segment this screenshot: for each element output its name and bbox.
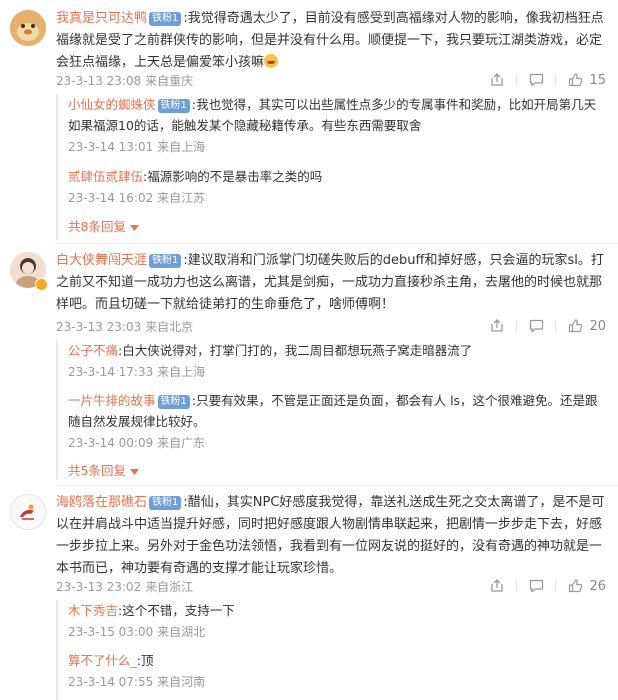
comment-icon[interactable] <box>526 72 546 88</box>
like-count: 15 <box>589 72 606 88</box>
like-count: 26 <box>589 578 606 594</box>
reply-time: 23-3-14 16:02 <box>68 191 154 205</box>
reply-item: 公子不痛:白大侠说得对，打掌门打的，我二周目都想玩燕子窝走暗器流了 23-3-1… <box>68 340 606 380</box>
chevron-down-icon <box>129 463 139 478</box>
divider <box>516 74 518 86</box>
shy-emoji <box>264 54 279 68</box>
comment-username[interactable]: 白大侠舞闯天涯 <box>56 253 147 268</box>
comment-meta: 23-3-13 23:03 来自北京 <box>56 318 193 335</box>
comment-icon[interactable] <box>526 578 546 594</box>
more-replies-label: 共8条回复 <box>68 219 126 234</box>
share-icon[interactable] <box>487 578 507 594</box>
reply-panel: 木下秀吉:这个不错，支持一下 23-3-15 03:00 来自湖北 算不了什么_… <box>56 600 606 700</box>
reply-text: :顶 <box>136 653 154 668</box>
reply-location: 来自江苏 <box>157 191 206 205</box>
verified-icon <box>35 278 48 291</box>
comment: 海鸥落在那礁石 铁粉1:醋仙，其实NPC好感度我觉得，靠送礼送成生死之交太离谱了，… <box>0 486 618 700</box>
reply-username[interactable]: 贰肆伍贰肆伍 <box>68 169 143 184</box>
comment-actions: 15 <box>487 72 606 88</box>
comment: 我真是只可达鸭 铁粉1:我觉得奇遇太少了，目前没有感受到高福缘对人物的影响，像我初… <box>0 0 618 240</box>
reply-panel: 小仙女的蜘蛛侠 铁粉1:我也觉得，其实可以出些属性点多少的专属事件和奖励，比如开局… <box>56 94 606 240</box>
comment-actions: 26 <box>487 578 606 594</box>
reply-username[interactable]: 公子不痛 <box>68 343 118 358</box>
chevron-down-icon <box>129 219 139 234</box>
divider <box>555 580 557 592</box>
comment-actions: 20 <box>487 318 606 334</box>
more-replies-link[interactable]: 共5条回复 <box>68 460 139 479</box>
like-icon[interactable] <box>565 578 585 594</box>
divider <box>516 580 518 592</box>
reply-text: :白大侠说得对，打掌门打的，我二周目都想玩燕子窝走暗器流了 <box>118 343 473 358</box>
comment-username[interactable]: 我真是只可达鸭 <box>56 11 147 26</box>
avatar[interactable] <box>10 494 46 530</box>
reply-location: 来自河南 <box>157 675 206 689</box>
reply-time: 23-3-14 17:33 <box>68 365 154 379</box>
comment-text-block: 白大侠舞闯天涯 铁粉1:建议取消和门派掌门切磋失败后的debuff和掉好感，只会逼… <box>56 250 606 316</box>
reply-text: :这个不错，支持一下 <box>118 603 235 618</box>
share-icon[interactable] <box>487 318 507 334</box>
reply-location: 来自湖北 <box>157 625 206 639</box>
reply-item: 贰肆伍贰肆伍:福源影响的不是暴击率之类的吗 23-3-14 16:02 来自江苏 <box>68 166 606 206</box>
comment-time: 23-3-13 23:03 <box>56 320 142 334</box>
like-icon[interactable] <box>565 318 585 334</box>
reply-panel: 公子不痛:白大侠说得对，打掌门打的，我二周目都想玩燕子窝走暗器流了 23-3-1… <box>56 340 606 480</box>
like-icon[interactable] <box>565 72 585 88</box>
reply-username[interactable]: 小仙女的蜘蛛侠 <box>68 97 156 112</box>
more-replies-link[interactable]: 共8条回复 <box>68 216 139 235</box>
avatar[interactable] <box>10 10 46 46</box>
comment-feed: 我真是只可达鸭 铁粉1:我觉得奇遇太少了，目前没有感受到高福缘对人物的影响，像我初… <box>0 0 618 700</box>
comment-text-block: 我真是只可达鸭 铁粉1:我觉得奇遇太少了，目前没有感受到高福缘对人物的影响，像我初… <box>56 8 606 74</box>
fan-badge: 铁粉1 <box>149 12 182 26</box>
more-replies-label: 共5条回复 <box>68 463 126 478</box>
fan-badge: 铁粉1 <box>149 496 182 510</box>
comment-meta: 23-3-13 23:02 来自浙江 <box>56 578 193 595</box>
reply-time: 23-3-14 00:09 <box>68 436 154 450</box>
fan-badge: 铁粉1 <box>149 254 182 268</box>
reply-item: 算不了什么_:顶 23-3-14 07:55 来自河南 <box>68 650 606 690</box>
reply-text: :福源影响的不是暴击率之类的吗 <box>143 169 323 184</box>
comment-text-block: 海鸥落在那礁石 铁粉1:醋仙，其实NPC好感度我觉得，靠送礼送成生死之交太离谱了，… <box>56 492 606 580</box>
comment-username[interactable]: 海鸥落在那礁石 <box>56 495 147 510</box>
reply-item: 一片牛排的故事 铁粉1:只要有效果，不管是正面还是负面，都会有人 ls，这个很难避… <box>68 390 606 451</box>
reply-item: 小仙女的蜘蛛侠 铁粉1:我也觉得，其实可以出些属性点多少的专属事件和奖励，比如开局… <box>68 94 606 155</box>
reply-location: 来自上海 <box>157 365 206 379</box>
fan-badge: 铁粉1 <box>157 395 190 409</box>
comment: 白大侠舞闯天涯 铁粉1:建议取消和门派掌门切磋失败后的debuff和掉好感，只会逼… <box>0 244 618 484</box>
reply-username[interactable]: 算不了什么_ <box>68 653 137 668</box>
reply-item: 木下秀吉:这个不错，支持一下 23-3-15 03:00 来自湖北 <box>68 600 606 640</box>
reply-time: 23-3-15 03:00 <box>68 625 154 639</box>
reply-location: 来自上海 <box>157 140 206 154</box>
fan-badge: 铁粉1 <box>157 99 190 113</box>
reply-time: 23-3-14 13:01 <box>68 140 154 154</box>
divider <box>555 320 557 332</box>
comment-location: 来自北京 <box>145 320 194 334</box>
comment-location: 来自浙江 <box>145 580 194 594</box>
like-count: 20 <box>589 318 606 334</box>
comment-location: 来自重庆 <box>145 74 194 88</box>
reply-location: 来自广东 <box>157 436 206 450</box>
comment-time: 23-3-13 23:02 <box>56 580 142 594</box>
share-icon[interactable] <box>487 72 507 88</box>
comment-icon[interactable] <box>526 318 546 334</box>
reply-time: 23-3-14 07:55 <box>68 675 154 689</box>
reply-username[interactable]: 木下秀吉 <box>68 603 118 618</box>
divider <box>555 74 557 86</box>
reply-username[interactable]: 一片牛排的故事 <box>68 393 156 408</box>
comment-time: 23-3-13 23:08 <box>56 74 142 88</box>
divider <box>516 320 518 332</box>
comment-meta: 23-3-13 23:08 来自重庆 <box>56 72 193 89</box>
